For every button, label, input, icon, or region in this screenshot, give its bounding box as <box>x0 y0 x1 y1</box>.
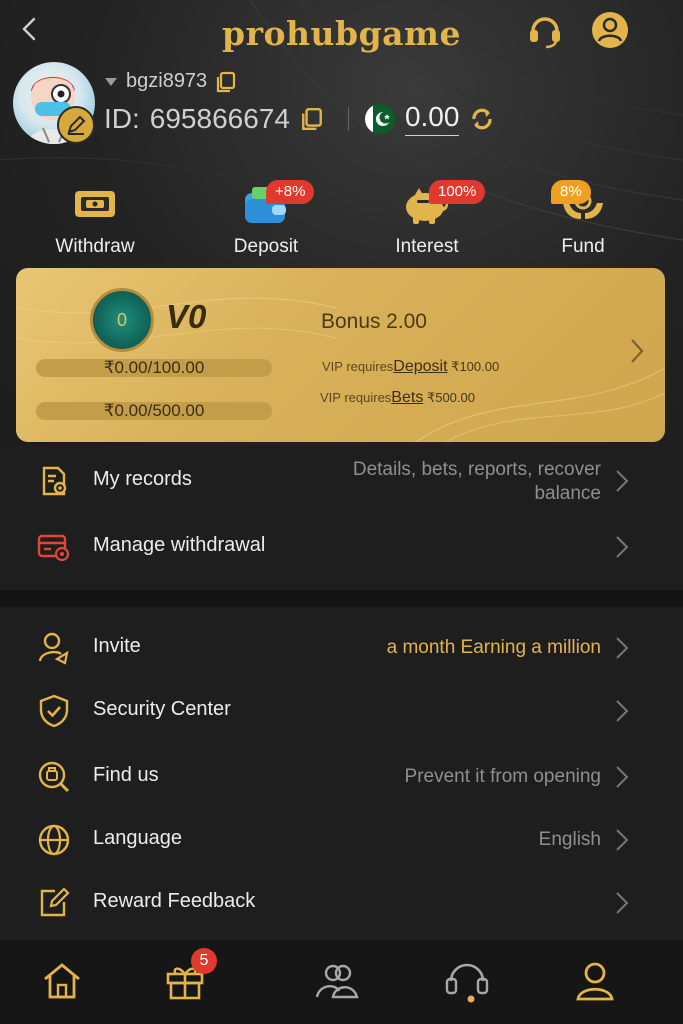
id-value: 695866674 <box>149 102 290 134</box>
menu-desc: a month Earning a million <box>386 637 601 658</box>
vip-card[interactable]: 0 V0 Bonus 2.00 ₹0.00/100.00 ₹0.00/500.0… <box>16 268 665 442</box>
shield-check-icon <box>37 694 71 728</box>
quick-withdraw-label: Withdraw <box>55 236 135 257</box>
invite-user-icon <box>37 631 71 665</box>
id-balance-row: ID: 695866674 0.00 <box>104 101 495 136</box>
deposit-requirement: VIP requiresDeposit ₹100.00 <box>322 358 499 376</box>
edit-avatar-button[interactable] <box>57 106 95 144</box>
edit-note-icon <box>37 886 71 920</box>
menu-label: Reward Feedback <box>93 890 256 912</box>
menu-language[interactable]: Language English <box>0 811 683 867</box>
chevron-right-icon <box>616 766 629 788</box>
deposit-req-link[interactable]: Deposit <box>393 358 447 375</box>
fund-badge: 8% <box>551 180 591 204</box>
section-divider <box>0 590 683 607</box>
bottom-tab-bar <box>0 940 683 1024</box>
tab-support[interactable] <box>442 956 492 1006</box>
menu-label: Invite <box>93 635 141 657</box>
menu-desc: Details, bets, reports, recover balance <box>352 459 601 504</box>
quick-fund[interactable]: 8% Fund <box>518 180 648 258</box>
menu-label: Language <box>93 827 182 849</box>
bonus-value: 2.00 <box>386 310 427 333</box>
caret-down-icon[interactable] <box>104 77 118 87</box>
vip-level: V0 <box>166 298 207 335</box>
tab-home[interactable] <box>37 956 87 1006</box>
support-icon <box>445 963 489 1003</box>
headset-icon <box>530 17 560 49</box>
chevron-right-icon <box>616 700 629 722</box>
gift-badge: 5 <box>191 948 217 974</box>
menu-invite[interactable]: Invite a month Earning a million <box>0 619 683 675</box>
bet-req-prefix: VIP requires <box>320 390 392 405</box>
quick-withdraw[interactable]: Withdraw <box>30 180 160 258</box>
find-us-icon <box>37 760 71 794</box>
vip-bonus: Bonus 2.00 <box>321 310 427 334</box>
deposit-badge: +8% <box>266 180 315 204</box>
chevron-right-icon <box>616 829 629 851</box>
chevron-right-icon <box>616 536 629 558</box>
id-label: ID: <box>104 102 140 134</box>
deposit-req-amount: ₹100.00 <box>451 359 500 374</box>
tab-community[interactable] <box>312 956 362 1006</box>
menu-desc: Prevent it from opening <box>404 766 601 787</box>
globe-icon <box>37 823 71 857</box>
balance-value: 0.00 <box>404 101 460 136</box>
quick-deposit-label: Deposit <box>233 236 299 257</box>
menu-reward-feedback[interactable]: Reward Feedback <box>0 874 683 930</box>
menu-my-records[interactable]: My records Details, bets, reports, recov… <box>0 452 683 508</box>
vip-level-badge: 0 <box>90 288 154 352</box>
chevron-right-icon <box>616 637 629 659</box>
chevron-right-icon <box>616 470 629 492</box>
bet-req-amount: ₹500.00 <box>426 390 475 405</box>
chevron-right-icon <box>631 339 644 363</box>
menu-manage-withdrawal[interactable]: Manage withdrawal <box>0 518 683 574</box>
interest-badge: 100% <box>429 180 486 204</box>
deposit-progress-bar: ₹0.00/100.00 <box>36 359 272 377</box>
quick-interest[interactable]: 100% Interest <box>362 180 492 258</box>
refresh-icon[interactable] <box>469 106 495 132</box>
separator <box>347 106 349 131</box>
home-icon <box>44 963 80 999</box>
copy-id-icon[interactable] <box>300 107 324 131</box>
top-bar: prohubgame <box>0 0 683 64</box>
profile-header-button[interactable] <box>590 10 630 50</box>
menu-security-center[interactable]: Security Center <box>0 682 683 738</box>
support-button[interactable] <box>525 10 565 50</box>
card-settings-icon <box>37 530 71 564</box>
chevron-right-icon <box>616 892 629 914</box>
records-icon <box>37 464 71 498</box>
quick-interest-label: Interest <box>395 236 459 257</box>
user-circle-icon <box>592 12 628 48</box>
quick-fund-label: Fund <box>561 236 605 257</box>
username-row: bgzi8973 <box>104 70 237 93</box>
pakistan-flag-icon <box>364 103 395 134</box>
community-icon <box>315 964 359 999</box>
menu-find-us[interactable]: Find us Prevent it from opening <box>0 748 683 804</box>
bet-requirement: VIP requiresBets ₹500.00 <box>320 389 475 407</box>
copy-icon[interactable] <box>215 71 237 93</box>
profile-icon <box>576 962 614 1001</box>
menu-desc: English <box>538 829 601 850</box>
menu-label: My records <box>93 468 192 490</box>
menu-label: Find us <box>93 764 159 786</box>
username: bgzi8973 <box>126 70 208 92</box>
bet-req-link[interactable]: Bets <box>391 389 423 406</box>
menu-label: Manage withdrawal <box>93 534 266 556</box>
tab-profile[interactable] <box>570 956 620 1006</box>
menu-label: Security Center <box>93 698 231 720</box>
pencil-icon <box>67 115 86 135</box>
deposit-req-prefix: VIP requires <box>322 359 394 374</box>
withdraw-icon <box>30 180 160 230</box>
bet-progress-bar: ₹0.00/500.00 <box>36 402 272 420</box>
quick-deposit[interactable]: +8% Deposit <box>201 180 331 258</box>
app-title: prohubgame <box>222 14 461 53</box>
bonus-label: Bonus <box>321 310 381 333</box>
